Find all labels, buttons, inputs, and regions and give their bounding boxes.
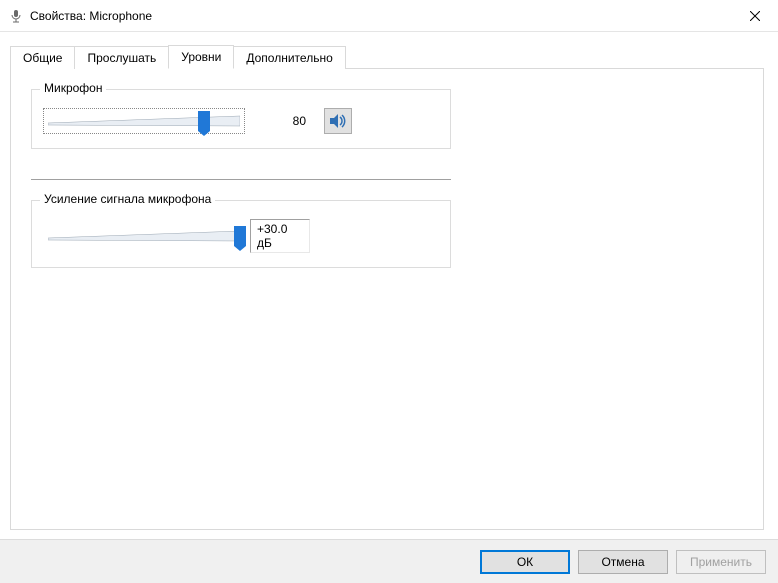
tab-levels[interactable]: Уровни xyxy=(168,45,234,69)
microphone-slider-row: 80 xyxy=(44,108,438,134)
window-title: Свойства: Microphone xyxy=(30,9,732,23)
tab-strip: Общие Прослушать Уровни Дополнительно xyxy=(10,42,768,68)
microphone-slider[interactable] xyxy=(44,109,244,133)
slider-track-shape xyxy=(48,229,240,243)
group-microphone-label: Микрофон xyxy=(40,81,106,95)
apply-button[interactable]: Применить xyxy=(676,550,766,574)
tab-general[interactable]: Общие xyxy=(10,46,75,69)
group-boost-label: Усиление сигнала микрофона xyxy=(40,192,215,206)
group-microphone: Микрофон 80 xyxy=(31,89,451,149)
tab-advanced[interactable]: Дополнительно xyxy=(233,46,345,69)
titlebar: Свойства: Microphone xyxy=(0,0,778,32)
dialog-footer: ОК Отмена Применить xyxy=(0,539,778,583)
speaker-icon xyxy=(329,113,347,129)
microphone-value: 80 xyxy=(250,112,310,130)
boost-slider-thumb[interactable] xyxy=(234,226,246,246)
dialog-body: Общие Прослушать Уровни Дополнительно Ми… xyxy=(0,32,778,539)
mute-button[interactable] xyxy=(324,108,352,134)
tab-listen[interactable]: Прослушать xyxy=(74,46,169,69)
microphone-icon xyxy=(8,8,24,24)
cancel-button[interactable]: Отмена xyxy=(578,550,668,574)
slider-track-shape xyxy=(48,114,240,128)
divider xyxy=(31,179,451,180)
close-icon xyxy=(750,11,760,21)
boost-slider[interactable] xyxy=(44,224,244,248)
group-boost: Усиление сигнала микрофона +30.0 дБ xyxy=(31,200,451,268)
close-button[interactable] xyxy=(732,0,778,32)
tab-panel-levels: Микрофон 80 xyxy=(10,68,764,530)
ok-button[interactable]: ОК xyxy=(480,550,570,574)
boost-value: +30.0 дБ xyxy=(250,219,310,253)
microphone-slider-thumb[interactable] xyxy=(198,111,210,131)
boost-slider-row: +30.0 дБ xyxy=(44,219,438,253)
